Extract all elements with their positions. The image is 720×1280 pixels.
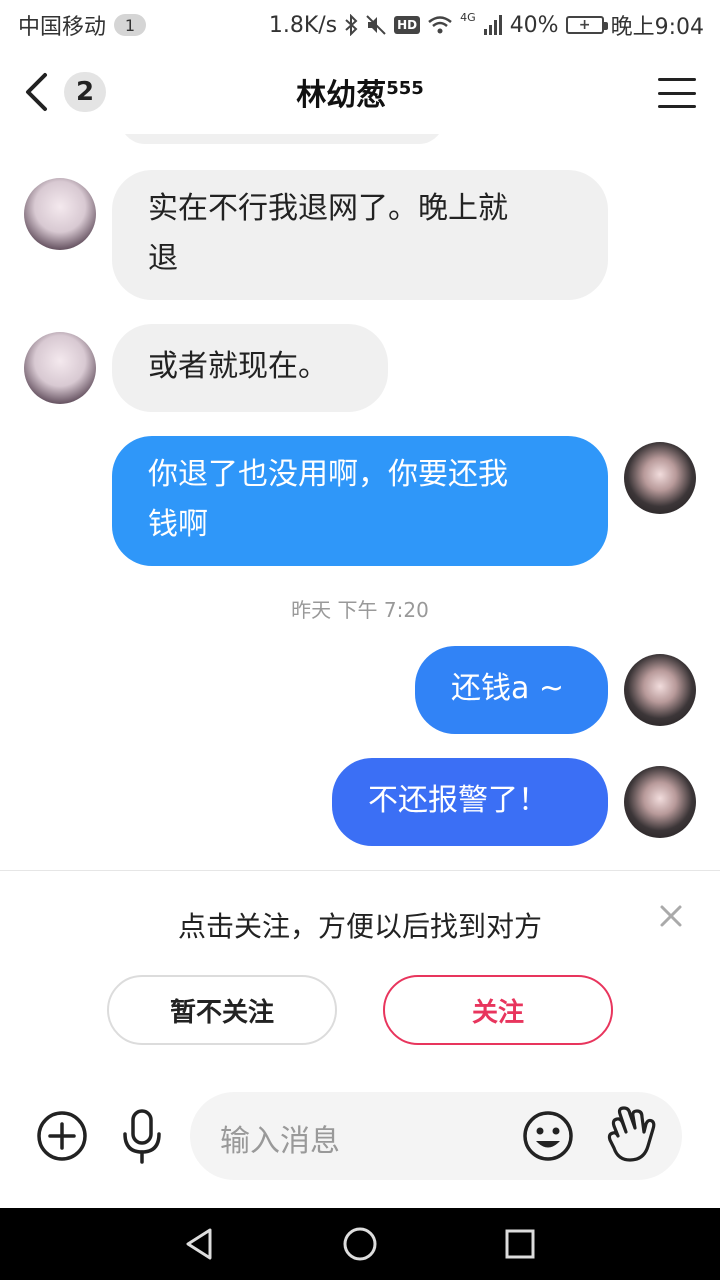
message-bubble[interactable]: 你退了也没用啊，你要还我 钱啊 — [112, 436, 608, 566]
network-speed: 1.8K/s — [268, 12, 338, 38]
follow-prompt-panel: 点击关注，方便以后找到对方 暂不关注 关注 — [0, 870, 720, 1080]
chat-header: 2 林幼葱555 — [0, 50, 720, 134]
input-bar: 输入消息 — [0, 1080, 720, 1208]
avatar[interactable] — [624, 766, 696, 838]
sim-badge: 1 — [114, 14, 147, 36]
message-bubble[interactable]: 实在不行我退网了。晚上就 退 — [112, 170, 608, 300]
message-text: 退 — [148, 241, 178, 276]
message-bubble[interactable]: 或者就现在。 — [112, 324, 388, 412]
hd-badge: HD — [394, 16, 421, 34]
message-text: 或者就现在。 — [148, 349, 328, 384]
timestamp: 昨天 下午 7:20 — [291, 598, 429, 622]
skip-follow-button[interactable]: 暂不关注 — [107, 975, 337, 1045]
message-list[interactable]: 实在不行我退网了。晚上就 退 或者就现在。 你退了也没用啊，你要还我 钱啊 昨天… — [0, 134, 720, 870]
message-text: 钱啊 — [148, 507, 208, 542]
microphone-icon[interactable] — [118, 1108, 166, 1166]
close-icon[interactable] — [658, 903, 684, 929]
battery-icon: + — [565, 16, 608, 34]
system-nav-bar — [0, 1208, 720, 1280]
message-bubble-partial[interactable] — [120, 134, 444, 144]
avatar[interactable] — [624, 654, 696, 726]
wifi-icon — [428, 16, 452, 34]
mute-icon — [366, 15, 386, 35]
nav-back-icon[interactable] — [182, 1226, 218, 1262]
avatar[interactable] — [24, 178, 96, 250]
contact-name-suffix: 555 — [386, 78, 424, 99]
add-icon[interactable] — [36, 1110, 88, 1162]
network-type: 4G — [460, 10, 476, 24]
message-text: 你退了也没用啊，你要还我 — [148, 457, 508, 492]
avatar[interactable] — [624, 442, 696, 514]
message-bubble[interactable]: 不还报警了！ — [332, 758, 608, 846]
chat-title: 林幼葱555 — [0, 70, 720, 114]
clock: 晚上9:04 — [610, 15, 704, 40]
message-text: 不还报警了！ — [368, 783, 548, 818]
menu-icon-line — [658, 78, 696, 81]
signal-icon — [483, 15, 502, 35]
menu-icon-line — [658, 105, 696, 108]
follow-button[interactable]: 关注 — [383, 975, 613, 1045]
bluetooth-icon — [345, 14, 358, 36]
contact-name: 林幼葱 — [296, 78, 387, 113]
avatar[interactable] — [24, 332, 96, 404]
follow-prompt-text: 点击关注，方便以后找到对方 — [177, 910, 542, 943]
message-bubble[interactable]: 还钱a ~ — [415, 646, 608, 734]
menu-icon-line — [658, 91, 696, 95]
nav-home-icon[interactable] — [342, 1226, 378, 1262]
hand-wave-icon[interactable] — [604, 1106, 656, 1164]
input-placeholder: 输入消息 — [220, 1124, 340, 1159]
carrier-label: 中国移动 — [18, 15, 107, 40]
status-bar: 中国移动 1 1.8K/s HD 4G 40% + 晚上9:04 — [0, 0, 720, 50]
message-text: 实在不行我退网了。晚上就 — [148, 191, 508, 226]
emoji-icon[interactable] — [522, 1110, 574, 1162]
nav-recents-icon[interactable] — [504, 1228, 536, 1260]
battery-percent: 40% — [509, 12, 559, 38]
menu-button[interactable] — [658, 78, 696, 108]
message-text: 还钱a ~ — [451, 671, 565, 706]
